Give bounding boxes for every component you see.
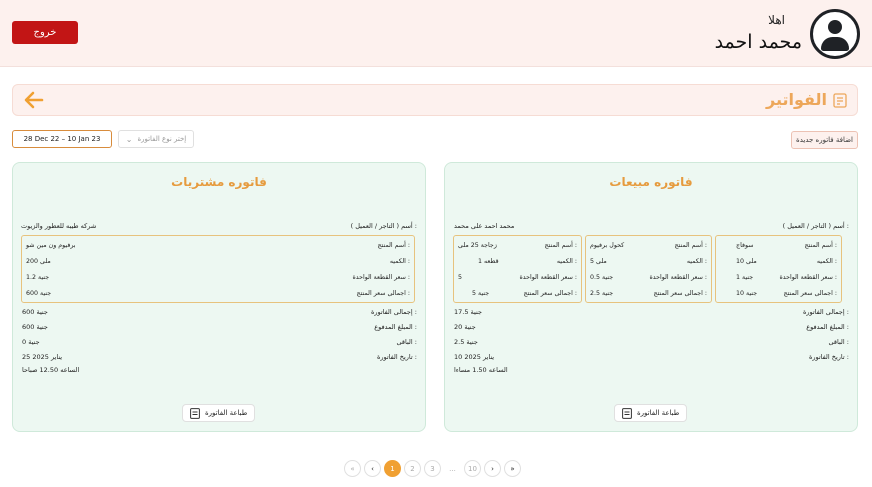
unit-price-value: 0.5 جنية [590, 274, 614, 281]
printer-icon [190, 407, 200, 419]
page-button[interactable]: 10 [464, 460, 481, 477]
invoice-time-value: الساعه 12.50 صباحا [22, 366, 80, 374]
unit-price-label: سعر القطعة الواحدة : [779, 274, 837, 281]
next-page-button[interactable]: › [484, 460, 501, 477]
print-invoice-label: طباعة الفاتورة [205, 409, 248, 417]
product-box: أسم المنتج : سوفاج الكميه : 10 ملى سعر ا… [715, 235, 842, 303]
date-range-picker[interactable]: 28 Dec 22 – 10 Jan 23 [12, 130, 112, 148]
paid-label: المبلغ المدفوع : [374, 323, 417, 331]
purchase-invoice-card: فاتوره مشتريات أسم ( التاجر / العميل ) :… [12, 162, 426, 432]
product-total-label: اجمالى سعر المنتج : [523, 290, 577, 297]
invoice-type-placeholder: إختر نوع الفاتورة [137, 135, 187, 143]
product-box: أسم المنتج : كحول برفيوم الكميه : 5 ملى … [585, 235, 712, 303]
unit-price-label: سعر القطعة الواحدة : [352, 274, 410, 281]
product-value: كحول برفيوم [590, 242, 625, 249]
qty-label: الكميه : [816, 258, 837, 265]
invoice-total-label: إجمالى الفاتورة : [370, 308, 417, 316]
purchase-invoice-title: فاتوره مشتريات [171, 175, 267, 189]
page-button[interactable]: 3 [424, 460, 441, 477]
product-label: أسم المنتج : [804, 242, 837, 249]
page-button[interactable]: 2 [404, 460, 421, 477]
page-ellipsis: ... [449, 464, 456, 473]
invoice-total-value: 600 جنية [22, 308, 48, 316]
printer-icon [622, 407, 632, 419]
product-box: أسم المنتج : برفيوم ون مين شو الكميه : 2… [21, 235, 415, 303]
product-total-value: 2.5 جنية [590, 290, 614, 297]
invoice-date-label: تاريخ الفاتورة : [376, 353, 417, 361]
remaining-label: الباقى : [828, 338, 849, 346]
unit-price-label: سعر القطعة الواحدة : [649, 274, 707, 281]
user-name: محمد احمد [714, 31, 802, 53]
product-label: أسم المنتج : [544, 242, 577, 249]
qty-value: 5 ملى [590, 258, 607, 265]
product-total-value: 600 جنية [26, 290, 52, 297]
invoice-type-select[interactable]: ⌄ إختر نوع الفاتورة [118, 130, 194, 148]
product-value: زجاجة 25 ملى [458, 242, 497, 249]
unit-price-value: 5 [458, 274, 463, 281]
qty-value: 1 قطعه [478, 258, 499, 265]
paid-value: 600 جنية [22, 323, 48, 331]
product-label: أسم المنتج : [674, 242, 707, 249]
client-value: محمد احمد على محمد [454, 222, 515, 230]
last-page-button[interactable]: » [504, 460, 521, 477]
paid-label: المبلغ المدفوع : [806, 323, 849, 331]
pagination: « ‹ 1 2 3 ... 10 › » [344, 460, 521, 477]
chevron-down-icon: ⌄ [125, 134, 133, 144]
page-title: الفواتير [765, 90, 827, 109]
invoice-icon [833, 93, 847, 108]
prev-page-button[interactable]: ‹ [364, 460, 381, 477]
remaining-label: الباقى : [396, 338, 417, 346]
greeting-text: اهلا [768, 13, 785, 27]
invoice-total-value: 17.5 جنية [454, 308, 482, 316]
unit-price-value: 1.2 جنية [26, 274, 50, 281]
product-label: أسم المنتج : [377, 242, 410, 249]
back-arrow-icon[interactable] [23, 89, 45, 111]
invoice-total-label: إجمالى الفاتورة : [802, 308, 849, 316]
page-title-bar: الفواتير [12, 84, 858, 116]
client-label: أسم ( التاجر / العميل ) : [350, 222, 417, 230]
page-button[interactable]: 1 [384, 460, 401, 477]
remaining-value: 2.5 جنية [454, 338, 478, 346]
invoice-date-label: تاريخ الفاتورة : [808, 353, 849, 361]
print-invoice-button[interactable]: طباعة الفاتورة [614, 404, 688, 422]
invoice-time-value: الساعه 1.50 مساءا [454, 366, 508, 374]
remaining-value: 0 جنية [22, 338, 40, 346]
qty-value: 10 ملى [736, 258, 757, 265]
add-invoice-button[interactable]: اضافة فاتوره جديدة [791, 131, 858, 149]
qty-label: الكميه : [556, 258, 577, 265]
client-value: شركه طيبه للعطور والزيوت [21, 222, 97, 230]
logout-button[interactable]: خروج [12, 21, 78, 44]
invoice-date-value: 10 يناير 2025 [454, 353, 495, 361]
product-total-label: اجمالى سعر المنتج : [653, 290, 707, 297]
product-total-label: اجمالى سعر المنتج : [783, 290, 837, 297]
qty-label: الكميه : [686, 258, 707, 265]
product-box: أسم المنتج : زجاجة 25 ملى الكميه : 1 قطع… [453, 235, 582, 303]
invoice-date-value: 25 يناير 2025 [22, 353, 63, 361]
paid-value: 20 جنية [454, 323, 476, 331]
unit-price-label: سعر القطعة الواحدة : [519, 274, 577, 281]
print-invoice-button[interactable]: طباعة الفاتورة [182, 404, 256, 422]
product-total-value: 5 جنية [472, 290, 490, 297]
product-value: سوفاج [736, 242, 754, 249]
sales-invoice-title: فاتوره مبيعات [609, 175, 693, 189]
product-total-value: 10 جنية [736, 290, 758, 297]
user-avatar-icon[interactable] [810, 9, 860, 59]
sales-invoice-card: فاتوره مبيعات أسم ( التاجر / العميل ) : … [444, 162, 858, 432]
print-invoice-label: طباعة الفاتورة [637, 409, 680, 417]
qty-value: 200 ملى [26, 258, 51, 265]
first-page-button[interactable]: « [344, 460, 361, 477]
client-label: أسم ( التاجر / العميل ) : [782, 222, 849, 230]
product-total-label: اجمالى سعر المنتج : [356, 290, 410, 297]
top-header: اهلا محمد احمد خروج [0, 0, 872, 67]
product-value: برفيوم ون مين شو [26, 242, 76, 249]
qty-label: الكميه : [389, 258, 410, 265]
unit-price-value: 1 جنية [736, 274, 754, 281]
